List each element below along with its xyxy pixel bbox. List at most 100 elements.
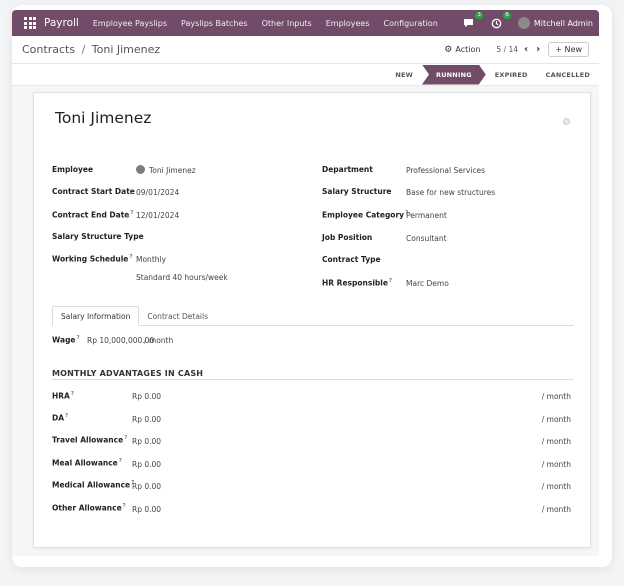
stage-new[interactable]: NEW xyxy=(386,65,422,85)
meal-allowance-label: Meal Allowance? xyxy=(52,458,122,468)
travel-allowance-suffix: / month xyxy=(541,437,571,446)
stage-running[interactable]: RUNNING xyxy=(422,65,486,85)
action-menu-button[interactable]: ⚙ Action xyxy=(444,45,480,55)
user-avatar[interactable] xyxy=(517,17,530,29)
chat-count-badge: 3 xyxy=(475,12,483,19)
other-allowance-value[interactable]: Rp 0.00 xyxy=(132,505,161,514)
working-schedule-detail: Standard 40 hours/week xyxy=(136,273,228,282)
breadcrumb-separator: / xyxy=(81,43,86,56)
salary-structure-type-label: Salary Structure Type xyxy=(52,232,144,241)
hr-responsible-label: HR Responsible? xyxy=(322,278,392,288)
end-date-value[interactable]: 12/01/2024 xyxy=(136,211,179,220)
meal-allowance-value[interactable]: Rp 0.00 xyxy=(132,460,161,469)
da-suffix: / month xyxy=(541,415,571,424)
activity-clock-icon[interactable]: 6 xyxy=(490,12,511,30)
pager-value[interactable]: 5 / 14 xyxy=(496,45,518,54)
job-position-label: Job Position xyxy=(322,233,373,242)
contract-title[interactable]: Toni Jimenez xyxy=(55,109,151,127)
apps-grid-icon[interactable] xyxy=(22,15,38,31)
working-schedule-label-text: Working Schedule xyxy=(52,254,129,264)
help-icon[interactable]: ? xyxy=(119,458,122,464)
employee-category-value[interactable]: Permanent xyxy=(406,211,447,220)
help-icon[interactable]: ? xyxy=(77,335,80,341)
pager-previous-button[interactable]: ‹ xyxy=(524,44,528,55)
employee-value[interactable]: Toni Jimenez xyxy=(149,166,196,175)
control-panel-actions: ⚙ Action 5 / 14 ‹ › + New xyxy=(444,42,589,57)
form-sheet: Toni Jimenez Employee Toni Jimenez Contr… xyxy=(33,92,591,548)
hr-responsible-label-text: HR Responsible xyxy=(322,278,388,288)
working-schedule-label: Working Schedule? xyxy=(52,254,133,264)
pager-next-button[interactable]: › xyxy=(536,44,540,55)
user-name[interactable]: Mitchell Admin xyxy=(534,19,593,28)
job-position-value[interactable]: Consultant xyxy=(406,234,447,243)
employee-avatar xyxy=(136,165,145,174)
salary-structure-value[interactable]: Base for new structures xyxy=(406,188,495,197)
menu-other-inputs[interactable]: Other Inputs xyxy=(262,19,312,28)
help-icon[interactable]: ? xyxy=(130,210,133,216)
contract-type-label: Contract Type xyxy=(322,255,381,264)
hra-value[interactable]: Rp 0.00 xyxy=(132,392,161,401)
navbar-systray: 3 6 Mitchell Admin xyxy=(462,12,593,30)
wage-label-text: Wage xyxy=(52,335,76,345)
medical-allowance-value[interactable]: Rp 0.00 xyxy=(132,482,161,491)
other-allowance-suffix: / month xyxy=(541,505,571,514)
help-icon[interactable]: ? xyxy=(129,254,132,260)
kanban-state-icon[interactable] xyxy=(563,118,570,125)
meal-allowance-label-text: Meal Allowance xyxy=(52,458,118,468)
travel-allowance-label-text: Travel Allowance xyxy=(52,435,124,445)
employee-label: Employee xyxy=(52,165,94,174)
hr-responsible-value[interactable]: Marc Demo xyxy=(406,279,449,288)
help-icon[interactable]: ? xyxy=(71,391,74,397)
medical-allowance-suffix: / month xyxy=(541,482,571,491)
breadcrumb-contracts-link[interactable]: Contracts xyxy=(22,43,75,56)
help-icon[interactable]: ? xyxy=(65,413,68,419)
meal-allowance-suffix: / month xyxy=(541,460,571,469)
department-value[interactable]: Professional Services xyxy=(406,166,485,175)
monthly-advantages-heading: MONTHLY ADVANTAGES IN CASH xyxy=(52,369,204,378)
da-value[interactable]: Rp 0.00 xyxy=(132,415,161,424)
section-divider xyxy=(52,379,574,380)
end-date-label: Contract End Date? xyxy=(52,210,134,220)
end-date-label-text: Contract End Date xyxy=(52,210,130,220)
action-label: Action xyxy=(455,45,481,54)
hra-label-text: HRA xyxy=(52,391,70,401)
salary-structure-label: Salary Structure xyxy=(322,187,392,196)
other-allowance-label: Other Allowance? xyxy=(52,503,126,513)
menu-configuration[interactable]: Configuration xyxy=(384,19,438,28)
hra-label: HRA? xyxy=(52,391,74,401)
wage-label: Wage? xyxy=(52,335,80,345)
tab-salary-information[interactable]: Salary Information xyxy=(52,306,140,326)
working-schedule-value[interactable]: Monthly xyxy=(136,255,166,264)
new-record-button[interactable]: + New xyxy=(548,42,589,57)
menu-employees[interactable]: Employees xyxy=(326,19,370,28)
chat-icon[interactable]: 3 xyxy=(462,12,483,30)
da-label-text: DA xyxy=(52,413,65,423)
da-label: DA? xyxy=(52,413,68,423)
breadcrumb: Contracts / Toni Jimenez xyxy=(22,43,160,56)
employee-category-label-text: Employee Category xyxy=(322,210,405,220)
menu-payslips-batches[interactable]: Payslips Batches xyxy=(181,19,248,28)
gear-icon: ⚙ xyxy=(444,44,453,55)
start-date-value[interactable]: 09/01/2024 xyxy=(136,188,179,197)
activity-count-badge: 6 xyxy=(503,12,511,19)
notebook-tabs: Salary Information Contract Details xyxy=(52,306,574,326)
top-navbar: Payroll Employee Payslips Payslips Batch… xyxy=(12,10,599,36)
stage-expired[interactable]: EXPIRED xyxy=(486,65,537,85)
menu-employee-payslips[interactable]: Employee Payslips xyxy=(93,19,167,28)
other-allowance-label-text: Other Allowance xyxy=(52,503,122,513)
breadcrumb-current: Toni Jimenez xyxy=(91,43,161,56)
stage-cancelled[interactable]: CANCELLED xyxy=(537,65,599,85)
travel-allowance-value[interactable]: Rp 0.00 xyxy=(132,437,161,446)
status-bar: NEW RUNNING EXPIRED CANCELLED xyxy=(12,64,599,86)
start-date-label: Contract Start Date xyxy=(52,187,135,196)
medical-allowance-label: Medical Allowance? xyxy=(52,480,134,490)
travel-allowance-label: Travel Allowance? xyxy=(52,435,127,445)
app-brand[interactable]: Payroll xyxy=(44,17,79,29)
medical-allowance-label-text: Medical Allowance xyxy=(52,480,131,490)
help-icon[interactable]: ? xyxy=(124,435,127,441)
help-icon[interactable]: ? xyxy=(123,503,126,509)
wage-suffix: / month xyxy=(144,336,174,345)
help-icon[interactable]: ? xyxy=(389,278,392,284)
tab-contract-details[interactable]: Contract Details xyxy=(139,306,216,326)
control-panel: Contracts / Toni Jimenez ⚙ Action 5 / 14… xyxy=(12,36,599,64)
